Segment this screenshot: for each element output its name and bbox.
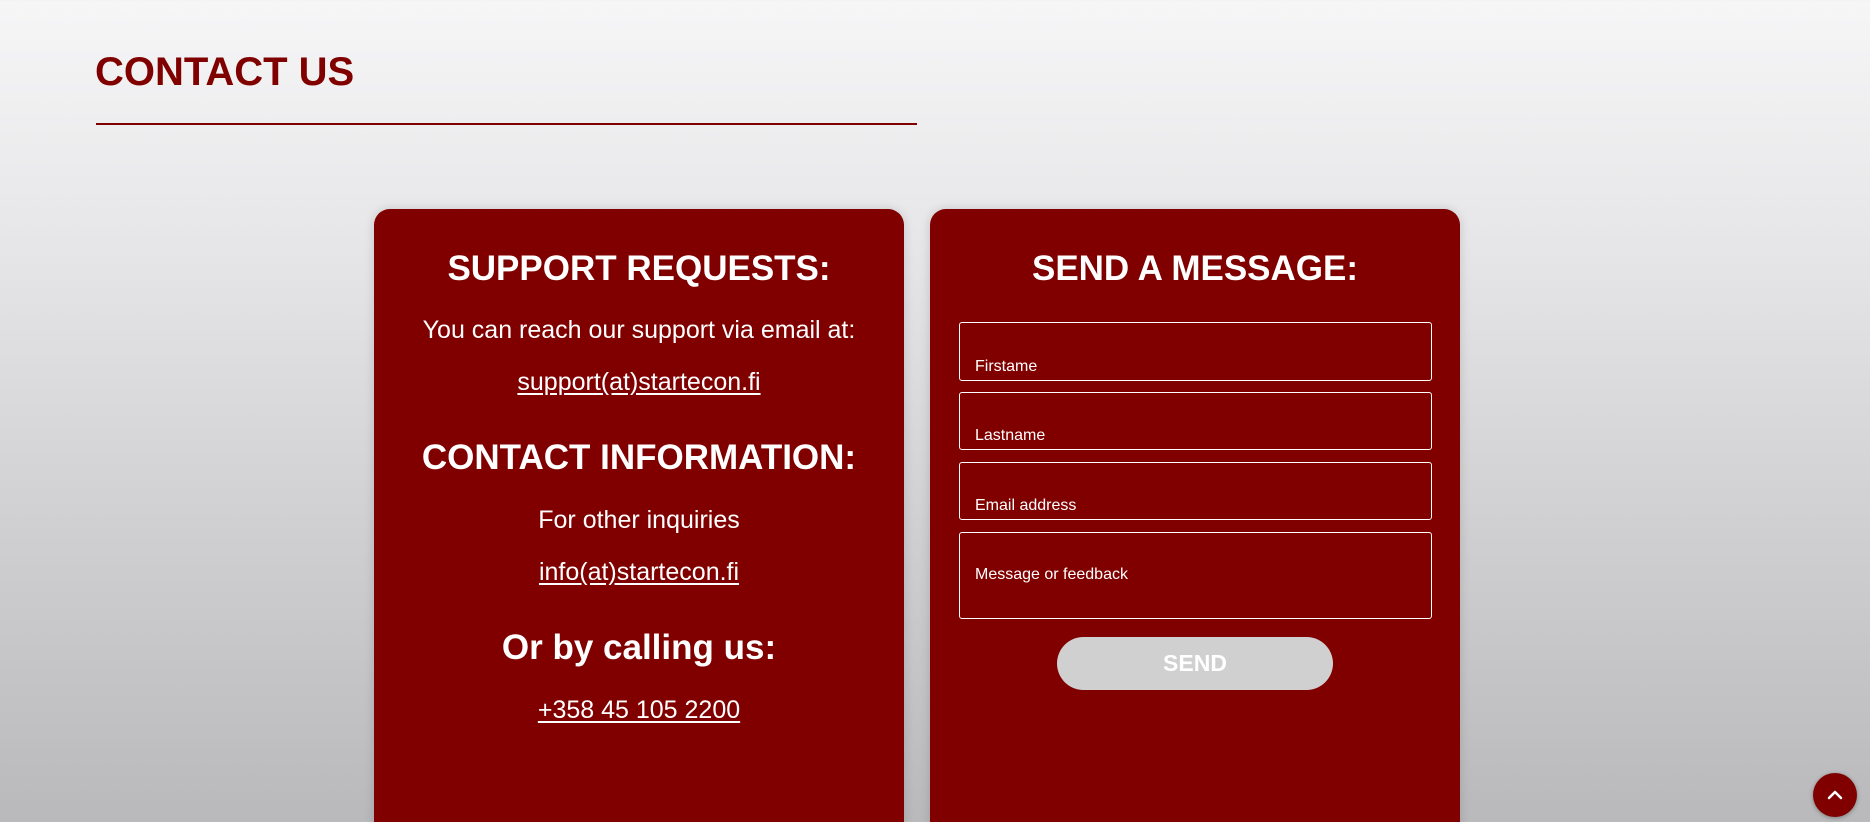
support-email-link[interactable]: support(at)startecon.fi xyxy=(517,368,760,396)
message-textarea[interactable]: Message or feedback xyxy=(959,532,1432,619)
support-heading: SUPPORT REQUESTS: xyxy=(447,249,831,288)
firstname-input[interactable]: Firstame xyxy=(959,322,1432,381)
phone-heading: Or by calling us: xyxy=(501,628,777,667)
contact-heading: CONTACT INFORMATION: xyxy=(421,438,857,477)
send-button[interactable]: SEND xyxy=(1057,637,1333,690)
support-card: SUPPORT REQUESTS: You can reach our supp… xyxy=(374,209,904,822)
firstname-placeholder: Firstame xyxy=(975,358,1038,375)
title-divider xyxy=(96,123,917,125)
message-form-card: SEND A MESSAGE: Firstame Lastname Email … xyxy=(930,209,1460,822)
chevron-up-icon xyxy=(1827,790,1843,800)
form-heading: SEND A MESSAGE: xyxy=(1031,249,1359,288)
lastname-input[interactable]: Lastname xyxy=(959,392,1432,450)
contact-text: For other inquiries xyxy=(538,506,740,534)
email-placeholder: Email address xyxy=(975,497,1077,514)
page-title: CONTACT US xyxy=(95,50,355,94)
info-email-link[interactable]: info(at)startecon.fi xyxy=(539,558,739,586)
message-placeholder: Message or feedback xyxy=(975,566,1128,583)
phone-link[interactable]: +358 45 105 2200 xyxy=(538,696,740,724)
support-text: You can reach our support via email at: xyxy=(422,316,856,344)
scroll-to-top-button[interactable] xyxy=(1813,773,1857,817)
email-input[interactable]: Email address xyxy=(959,462,1432,520)
lastname-placeholder: Lastname xyxy=(975,427,1046,444)
